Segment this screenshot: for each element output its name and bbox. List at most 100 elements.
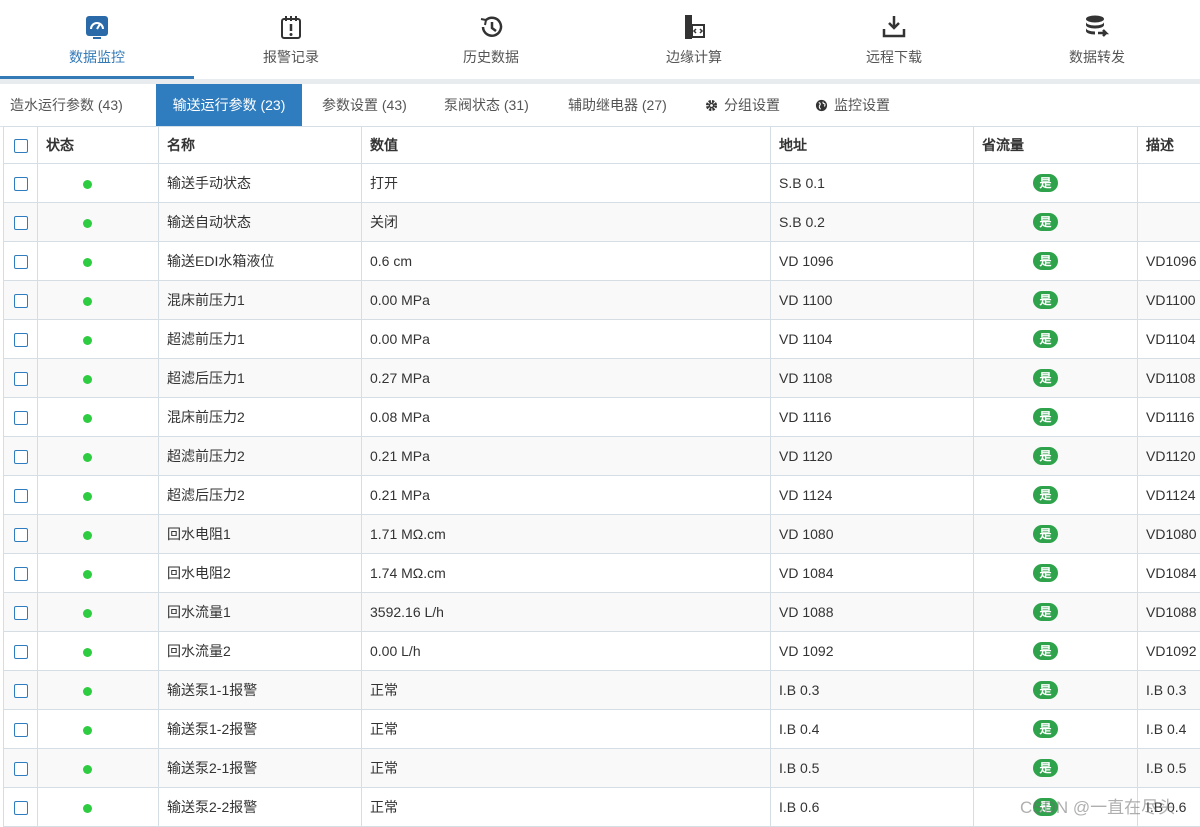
address-cell: VD 1104: [771, 320, 974, 359]
table-row[interactable]: 输送自动状态关闭S.B 0.2是: [4, 203, 1200, 242]
value-cell: 0.21 MPa: [362, 476, 771, 515]
table-row[interactable]: 输送泵1-2报警正常I.B 0.4是I.B 0.4: [4, 710, 1200, 749]
nav-item-alarm-record[interactable]: 报警记录: [194, 0, 388, 80]
description-cell: VD1088: [1138, 593, 1200, 632]
row-checkbox-cell[interactable]: [4, 242, 38, 281]
row-checkbox-cell[interactable]: [4, 320, 38, 359]
nav-item-remote-download[interactable]: 远程下载: [797, 0, 991, 80]
save-flow-cell: 是: [974, 788, 1138, 827]
select-all-checkbox[interactable]: [14, 139, 28, 153]
history-icon: [477, 13, 505, 41]
name-cell: 混床前压力2: [159, 398, 362, 437]
row-checkbox-cell[interactable]: [4, 593, 38, 632]
address-cell: VD 1088: [771, 593, 974, 632]
row-checkbox-cell[interactable]: [4, 671, 38, 710]
table-row[interactable]: 输送EDI水箱液位0.6 cmVD 1096是VD1096: [4, 242, 1200, 281]
tab-water-production-params[interactable]: 造水运行参数 (43): [10, 84, 123, 126]
table-row[interactable]: 混床前压力10.00 MPaVD 1100是VD1100: [4, 281, 1200, 320]
nav-label: 历史数据: [394, 47, 588, 67]
description-cell: I.B 0.4: [1138, 710, 1200, 749]
save-flow-cell: 是: [974, 164, 1138, 203]
row-checkbox[interactable]: [14, 723, 28, 737]
status-dot-icon: [83, 765, 92, 774]
tab-param-settings[interactable]: 参数设置 (43): [322, 84, 407, 126]
status-cell: [38, 320, 159, 359]
save-flow-badge: 是: [1033, 759, 1057, 777]
row-checkbox[interactable]: [14, 684, 28, 698]
tab-pump-valve-status[interactable]: 泵阀状态 (31): [444, 84, 529, 126]
header-save-flow[interactable]: 省流量: [974, 127, 1138, 164]
save-flow-cell: 是: [974, 476, 1138, 515]
table-row[interactable]: 超滤前压力10.00 MPaVD 1104是VD1104: [4, 320, 1200, 359]
table-row[interactable]: 超滤前压力20.21 MPaVD 1120是VD1120: [4, 437, 1200, 476]
table-row[interactable]: 输送泵2-2报警正常I.B 0.6是I.B 0.6: [4, 788, 1200, 827]
row-checkbox-cell[interactable]: [4, 632, 38, 671]
row-checkbox[interactable]: [14, 411, 28, 425]
row-checkbox[interactable]: [14, 372, 28, 386]
header-status[interactable]: 状态: [38, 127, 159, 164]
nav-item-data-forward[interactable]: 数据转发: [1000, 0, 1194, 80]
row-checkbox-cell[interactable]: [4, 203, 38, 242]
tab-aux-relay[interactable]: 辅助继电器 (27): [568, 84, 667, 126]
table-row[interactable]: 回水电阻11.71 MΩ.cmVD 1080是VD1080: [4, 515, 1200, 554]
nav-item-data-monitor[interactable]: 数据监控: [0, 0, 194, 80]
globe-icon: [815, 99, 828, 112]
table-row[interactable]: 回水电阻21.74 MΩ.cmVD 1084是VD1084: [4, 554, 1200, 593]
row-checkbox[interactable]: [14, 255, 28, 269]
row-checkbox[interactable]: [14, 177, 28, 191]
value-cell: 1.71 MΩ.cm: [362, 515, 771, 554]
description-cell: VD1084: [1138, 554, 1200, 593]
row-checkbox-cell[interactable]: [4, 281, 38, 320]
row-checkbox[interactable]: [14, 762, 28, 776]
nav-item-history-data[interactable]: 历史数据: [394, 0, 588, 80]
row-checkbox-cell[interactable]: [4, 398, 38, 437]
row-checkbox[interactable]: [14, 567, 28, 581]
row-checkbox-cell[interactable]: [4, 710, 38, 749]
header-name[interactable]: 名称: [159, 127, 362, 164]
nav-item-edge-compute[interactable]: 边缘计算: [597, 0, 791, 80]
row-checkbox[interactable]: [14, 801, 28, 815]
row-checkbox[interactable]: [14, 489, 28, 503]
tab-delivery-params[interactable]: 输送运行参数 (23): [156, 84, 302, 126]
status-dot-icon: [83, 726, 92, 735]
params-table: 状态 名称 数值 地址 省流量 描述 输送手动状态打开S.B 0.1是输送自动状…: [3, 126, 1200, 827]
row-checkbox[interactable]: [14, 528, 28, 542]
row-checkbox[interactable]: [14, 216, 28, 230]
select-all-checkbox-cell[interactable]: [4, 127, 38, 164]
table-row[interactable]: 输送手动状态打开S.B 0.1是: [4, 164, 1200, 203]
status-cell: [38, 476, 159, 515]
row-checkbox-cell[interactable]: [4, 164, 38, 203]
table-row[interactable]: 超滤后压力20.21 MPaVD 1124是VD1124: [4, 476, 1200, 515]
row-checkbox-cell[interactable]: [4, 359, 38, 398]
row-checkbox[interactable]: [14, 294, 28, 308]
table-row[interactable]: 输送泵2-1报警正常I.B 0.5是I.B 0.5: [4, 749, 1200, 788]
tab-monitor-settings[interactable]: 监控设置: [815, 84, 890, 126]
table-row[interactable]: 回水流量20.00 L/hVD 1092是VD1092: [4, 632, 1200, 671]
status-dot-icon: [83, 531, 92, 540]
address-cell: VD 1116: [771, 398, 974, 437]
name-cell: 输送自动状态: [159, 203, 362, 242]
header-description[interactable]: 描述: [1138, 127, 1200, 164]
table-row[interactable]: 超滤后压力10.27 MPaVD 1108是VD1108: [4, 359, 1200, 398]
row-checkbox-cell[interactable]: [4, 515, 38, 554]
description-cell: VD1124: [1138, 476, 1200, 515]
address-cell: S.B 0.2: [771, 203, 974, 242]
row-checkbox-cell[interactable]: [4, 554, 38, 593]
row-checkbox-cell[interactable]: [4, 476, 38, 515]
row-checkbox[interactable]: [14, 606, 28, 620]
row-checkbox-cell[interactable]: [4, 788, 38, 827]
tab-group-settings[interactable]: 分组设置: [705, 84, 780, 126]
header-value[interactable]: 数值: [362, 127, 771, 164]
name-cell: 输送泵2-1报警: [159, 749, 362, 788]
row-checkbox[interactable]: [14, 645, 28, 659]
top-nav: 数据监控 报警记录 历史数据 边缘计算 远程下载: [0, 0, 1200, 80]
header-address[interactable]: 地址: [771, 127, 974, 164]
row-checkbox-cell[interactable]: [4, 749, 38, 788]
row-checkbox[interactable]: [14, 450, 28, 464]
value-cell: 0.6 cm: [362, 242, 771, 281]
table-row[interactable]: 输送泵1-1报警正常I.B 0.3是I.B 0.3: [4, 671, 1200, 710]
row-checkbox-cell[interactable]: [4, 437, 38, 476]
row-checkbox[interactable]: [14, 333, 28, 347]
table-row[interactable]: 混床前压力20.08 MPaVD 1116是VD1116: [4, 398, 1200, 437]
table-row[interactable]: 回水流量13592.16 L/hVD 1088是VD1088: [4, 593, 1200, 632]
